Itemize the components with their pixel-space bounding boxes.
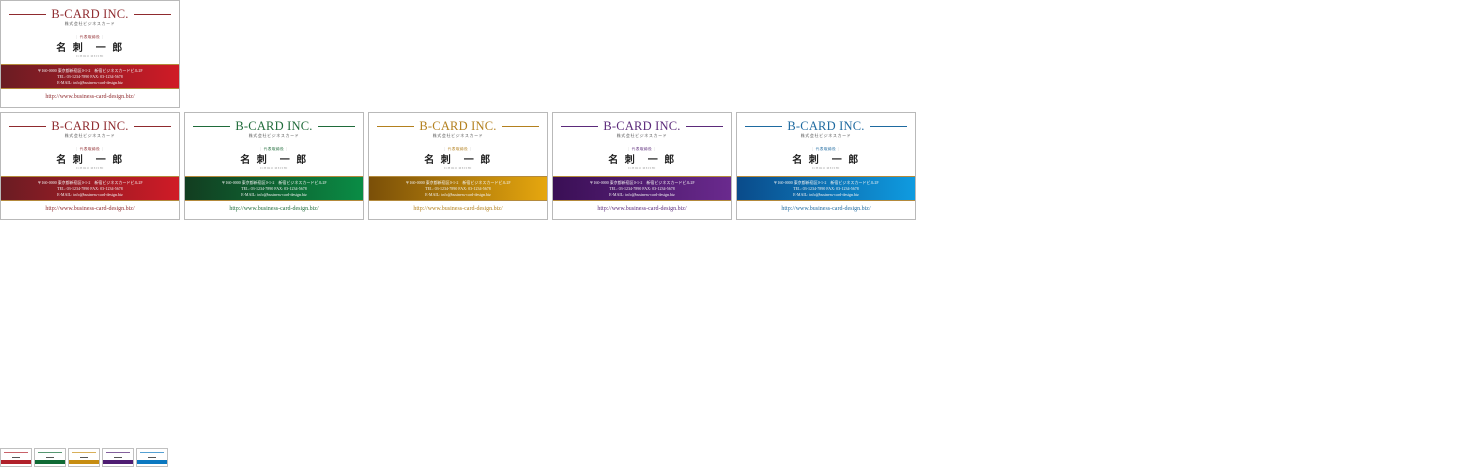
thumbnail-green[interactable] bbox=[34, 448, 66, 467]
logo-row: B-CARD INC. bbox=[185, 119, 363, 133]
brand-logo: B-CARD INC. bbox=[419, 119, 497, 133]
thumbnail-logo-line bbox=[72, 452, 96, 453]
thumbnail-logo-line bbox=[4, 452, 28, 453]
logo-rule-right bbox=[501, 125, 539, 127]
business-card-green[interactable]: B-CARD INC. 株式会社ビジネスカード | 代表取締役 | 名 刺 一 郎 … bbox=[184, 112, 364, 220]
contact-band: 〒160-0000 東京都新宿区0-1-2 新宿ビジネスカードビル2F TEL:… bbox=[553, 176, 731, 201]
thumbnail-blue[interactable] bbox=[136, 448, 168, 467]
brand-logo: B-CARD INC. bbox=[787, 119, 865, 133]
email-line: E-MAIL: info@business-card-design.biz bbox=[425, 192, 491, 197]
brand-logo: B-CARD INC. bbox=[51, 7, 129, 21]
person-name: 名 刺 一 郎 bbox=[424, 155, 492, 166]
person-name: 名 刺 一 郎 bbox=[56, 43, 124, 54]
thumbnail-logo-line bbox=[140, 452, 164, 453]
contact-band: 〒160-0000 東京都新宿区0-1-2 新宿ビジネスカードビル2F TEL:… bbox=[1, 64, 179, 89]
logo-rule-right bbox=[133, 13, 171, 15]
email-line: E-MAIL: info@business-card-design.biz bbox=[609, 192, 675, 197]
email-line: E-MAIL: info@business-card-design.biz bbox=[793, 192, 859, 197]
website-link[interactable]: http://www.business-card-design.biz/ bbox=[1, 205, 179, 214]
logo-row: B-CARD INC. bbox=[1, 7, 179, 21]
logo-rule-left bbox=[377, 125, 415, 127]
brand-logo: B-CARD INC. bbox=[51, 119, 129, 133]
logo-row: B-CARD INC. bbox=[737, 119, 915, 133]
thumbnail-name-line bbox=[80, 457, 88, 459]
brand-logo: B-CARD INC. bbox=[603, 119, 681, 133]
logo-rule-right bbox=[133, 125, 171, 127]
thumbnail-purple[interactable] bbox=[102, 448, 134, 467]
business-card-purple[interactable]: B-CARD INC. 株式会社ビジネスカード | 代表取締役 | 名 刺 一 郎 … bbox=[552, 112, 732, 220]
person-name: 名 刺 一 郎 bbox=[56, 155, 124, 166]
email-line: E-MAIL: info@business-card-design.biz bbox=[241, 192, 307, 197]
company-name: 株式会社ビジネスカード bbox=[616, 133, 668, 138]
job-title: | 代表取締役 | bbox=[628, 147, 656, 151]
thumbnail-band bbox=[35, 460, 65, 464]
job-title-text: 代表取締役 bbox=[815, 147, 837, 151]
logo-rule-left bbox=[9, 125, 47, 127]
company-name: 株式会社ビジネスカード bbox=[800, 133, 852, 138]
logo-rule-right bbox=[317, 125, 355, 127]
thumbnail-gold[interactable] bbox=[68, 448, 100, 467]
thumbnail-band bbox=[103, 460, 133, 464]
website-link[interactable]: http://www.business-card-design.biz/ bbox=[185, 205, 363, 214]
logo-rule-left bbox=[193, 125, 231, 127]
logo-row: B-CARD INC. bbox=[369, 119, 547, 133]
website-link[interactable]: http://www.business-card-design.biz/ bbox=[553, 205, 731, 214]
person-name-romaji: ICHIRO MEISHI bbox=[260, 167, 288, 170]
job-title: | 代表取締役 | bbox=[444, 147, 472, 151]
logo-row: B-CARD INC. bbox=[1, 119, 179, 133]
person-name-romaji: ICHIRO MEISHI bbox=[628, 167, 656, 170]
website-link[interactable]: http://www.business-card-design.biz/ bbox=[737, 205, 915, 214]
thumbnail-name-line bbox=[12, 457, 20, 459]
company-name: 株式会社ビジネスカード bbox=[64, 21, 116, 26]
business-card-red[interactable]: B-CARD INC. 株式会社ビジネスカード | 代表取締役 | 名 刺 一 郎 … bbox=[0, 112, 180, 220]
job-title: | 代表取締役 | bbox=[260, 147, 288, 151]
website-link[interactable]: http://www.business-card-design.biz/ bbox=[369, 205, 547, 214]
person-name-romaji: ICHIRO MEISHI bbox=[76, 167, 104, 170]
job-title-text: 代表取締役 bbox=[263, 147, 285, 151]
business-card-blue[interactable]: B-CARD INC. 株式会社ビジネスカード | 代表取締役 | 名 刺 一 郎 … bbox=[736, 112, 916, 220]
thumbnail-band bbox=[69, 460, 99, 464]
contact-band: 〒160-0000 東京都新宿区0-1-2 新宿ビジネスカードビル2F TEL:… bbox=[369, 176, 547, 201]
person-name-romaji: ICHIRO MEISHI bbox=[76, 55, 104, 58]
thumbnail-name-line bbox=[46, 457, 54, 459]
thumbnail-name-line bbox=[148, 457, 156, 459]
job-title: | 代表取締役 | bbox=[76, 35, 104, 39]
thumbnail-red[interactable] bbox=[0, 448, 32, 467]
website-link[interactable]: http://www.business-card-design.biz/ bbox=[1, 93, 179, 102]
company-name: 株式会社ビジネスカード bbox=[432, 133, 484, 138]
job-title: | 代表取締役 | bbox=[76, 147, 104, 151]
logo-row: B-CARD INC. bbox=[553, 119, 731, 133]
job-title-text: 代表取締役 bbox=[79, 35, 101, 39]
logo-rule-left bbox=[745, 125, 783, 127]
thumbnail-band bbox=[137, 460, 167, 464]
logo-rule-left bbox=[9, 13, 47, 15]
logo-rule-left bbox=[561, 125, 599, 127]
thumbnail-band bbox=[1, 460, 31, 464]
job-title-text: 代表取締役 bbox=[447, 147, 469, 151]
person-name: 名 刺 一 郎 bbox=[792, 155, 860, 166]
email-line: E-MAIL: info@business-card-design.biz bbox=[57, 80, 123, 85]
business-card-gold[interactable]: B-CARD INC. 株式会社ビジネスカード | 代表取締役 | 名 刺 一 郎 … bbox=[368, 112, 548, 220]
person-name: 名 刺 一 郎 bbox=[608, 155, 676, 166]
business-card-top-red[interactable]: B-CARD INC. 株式会社ビジネスカード | 代表取締役 | 名 刺 一 郎 … bbox=[0, 0, 180, 108]
thumbnail-logo-line bbox=[38, 452, 62, 453]
company-name: 株式会社ビジネスカード bbox=[64, 133, 116, 138]
job-title-text: 代表取締役 bbox=[79, 147, 101, 151]
contact-band: 〒160-0000 東京都新宿区0-1-2 新宿ビジネスカードビル2F TEL:… bbox=[1, 176, 179, 201]
thumbnail-logo-line bbox=[106, 452, 130, 453]
person-name-romaji: ICHIRO MEISHI bbox=[444, 167, 472, 170]
logo-rule-right bbox=[869, 125, 907, 127]
company-name: 株式会社ビジネスカード bbox=[248, 133, 300, 138]
thumbnail-name-line bbox=[114, 457, 122, 459]
person-name: 名 刺 一 郎 bbox=[240, 155, 308, 166]
brand-logo: B-CARD INC. bbox=[235, 119, 313, 133]
job-title-text: 代表取締役 bbox=[631, 147, 653, 151]
logo-rule-right bbox=[685, 125, 723, 127]
job-title: | 代表取締役 | bbox=[812, 147, 840, 151]
contact-band: 〒160-0000 東京都新宿区0-1-2 新宿ビジネスカードビル2F TEL:… bbox=[737, 176, 915, 201]
person-name-romaji: ICHIRO MEISHI bbox=[812, 167, 840, 170]
contact-band: 〒160-0000 東京都新宿区0-1-2 新宿ビジネスカードビル2F TEL:… bbox=[185, 176, 363, 201]
email-line: E-MAIL: info@business-card-design.biz bbox=[57, 192, 123, 197]
